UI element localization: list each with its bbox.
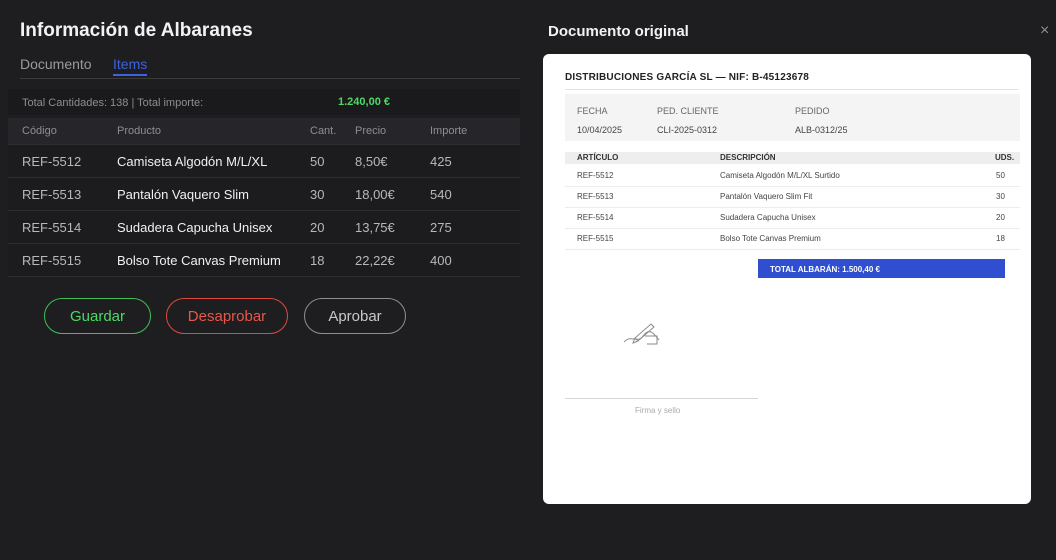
totals-amount: 1.240,00 € <box>338 96 390 108</box>
meta-label: PEDIDO <box>795 106 830 116</box>
tab-items[interactable]: Items <box>113 56 148 76</box>
document-meta: FECHA 10/04/2025 PED. CLIENTE CLI-2025-0… <box>565 94 1020 141</box>
doc-item-row: REF-5512 Camiseta Algodón M/L/XL Surtido… <box>565 166 1020 187</box>
close-icon[interactable]: × <box>1040 22 1049 40</box>
signature-icon <box>623 323 660 345</box>
document-items: REF-5512 Camiseta Algodón M/L/XL Surtido… <box>565 166 1020 250</box>
column-header-product[interactable]: Producto <box>117 125 161 137</box>
row-price: 8,50€ <box>355 154 388 169</box>
document-preview: DISTRIBUCIONES GARCÍA SL — NIF: B-451236… <box>543 54 1031 504</box>
doc-column-header: UDS. <box>995 153 1015 162</box>
meta-value: ALB-0312/25 <box>795 125 848 135</box>
document-total-label: TOTAL ALBARÁN: 1.500,40 € <box>770 265 880 274</box>
row-price: 22,22€ <box>355 253 395 268</box>
column-header-qty[interactable]: Cant. <box>310 125 336 137</box>
row-code: REF-5512 <box>22 154 82 169</box>
signature-label: Firma y sello <box>635 406 681 415</box>
row-qty: 20 <box>310 220 325 235</box>
reject-button[interactable]: Desaprobar <box>166 298 288 334</box>
totals-label: Total Cantidades: 138 | Total importe: <box>22 97 204 109</box>
doc-item-desc: Camiseta Algodón M/L/XL Surtido <box>720 171 840 180</box>
totals-bar: Total Cantidades: 138 | Total importe: 1… <box>8 89 520 115</box>
doc-item-ref: REF-5514 <box>577 213 614 222</box>
row-qty: 50 <box>310 154 325 169</box>
row-product: Pantalón Vaquero Slim <box>117 187 250 202</box>
doc-item-units: 20 <box>996 213 1005 222</box>
doc-item-desc: Sudadera Capucha Unisex <box>720 213 816 222</box>
items-table: REF-5512 Camiseta Algodón M/L/XL 50 8,50… <box>8 144 520 277</box>
doc-item-ref: REF-5512 <box>577 171 614 180</box>
row-amount: 275 <box>430 220 452 235</box>
row-code: REF-5514 <box>22 220 82 235</box>
column-header-amount[interactable]: Importe <box>430 125 467 137</box>
doc-column-header: DESCRIPCIÓN <box>720 153 776 162</box>
row-amount: 425 <box>430 154 452 169</box>
doc-item-units: 18 <box>996 234 1005 243</box>
approve-button[interactable]: Aprobar <box>304 298 406 334</box>
doc-item-units: 50 <box>996 171 1005 180</box>
doc-item-ref: REF-5513 <box>577 192 614 201</box>
doc-item-units: 30 <box>996 192 1005 201</box>
doc-item-desc: Pantalón Vaquero Slim Fit <box>720 192 813 201</box>
doc-item-desc: Bolso Tote Canvas Premium <box>720 234 821 243</box>
document-items-header: ARTÍCULO DESCRIPCIÓN UDS. <box>565 152 1020 164</box>
save-button[interactable]: Guardar <box>44 298 151 334</box>
column-header-price[interactable]: Precio <box>355 125 386 137</box>
row-code: REF-5515 <box>22 253 82 268</box>
row-product: Camiseta Algodón M/L/XL <box>117 154 268 169</box>
row-amount: 540 <box>430 187 452 202</box>
meta-label: FECHA <box>577 106 608 116</box>
row-code: REF-5513 <box>22 187 82 202</box>
table-row[interactable]: REF-5513 Pantalón Vaquero Slim 30 18,00€… <box>8 177 520 210</box>
panel-title: Información de Albaranes <box>20 20 253 41</box>
row-qty: 30 <box>310 187 325 202</box>
document-header: DISTRIBUCIONES GARCÍA SL — NIF: B-451236… <box>565 72 1018 90</box>
row-product: Sudadera Capucha Unisex <box>117 220 273 235</box>
doc-item-row: REF-5515 Bolso Tote Canvas Premium 18 <box>565 229 1020 250</box>
table-row[interactable]: REF-5512 Camiseta Algodón M/L/XL 50 8,50… <box>8 144 520 177</box>
tab-bar: Documento Items <box>20 56 520 79</box>
row-price: 13,75€ <box>355 220 395 235</box>
row-amount: 400 <box>430 253 452 268</box>
doc-item-row: REF-5513 Pantalón Vaquero Slim Fit 30 <box>565 187 1020 208</box>
doc-item-row: REF-5514 Sudadera Capucha Unisex 20 <box>565 208 1020 229</box>
row-qty: 18 <box>310 253 325 268</box>
doc-item-ref: REF-5515 <box>577 234 614 243</box>
meta-value: CLI-2025-0312 <box>657 125 718 135</box>
doc-column-header: ARTÍCULO <box>577 153 619 162</box>
table-row[interactable]: REF-5514 Sudadera Capucha Unisex 20 13,7… <box>8 210 520 243</box>
document-total: TOTAL ALBARÁN: 1.500,40 € <box>758 259 1005 278</box>
row-product: Bolso Tote Canvas Premium <box>117 253 281 268</box>
table-row[interactable]: REF-5515 Bolso Tote Canvas Premium 18 22… <box>8 243 520 277</box>
signature-line <box>565 398 758 399</box>
document-title: Documento original <box>548 23 689 40</box>
tab-documento[interactable]: Documento <box>20 56 92 72</box>
meta-value: 10/04/2025 <box>577 125 623 135</box>
meta-label: PED. CLIENTE <box>657 106 719 116</box>
row-price: 18,00€ <box>355 187 395 202</box>
column-header-code[interactable]: Código <box>22 125 57 137</box>
table-header: Código Producto Cant. Precio Importe <box>8 118 520 144</box>
